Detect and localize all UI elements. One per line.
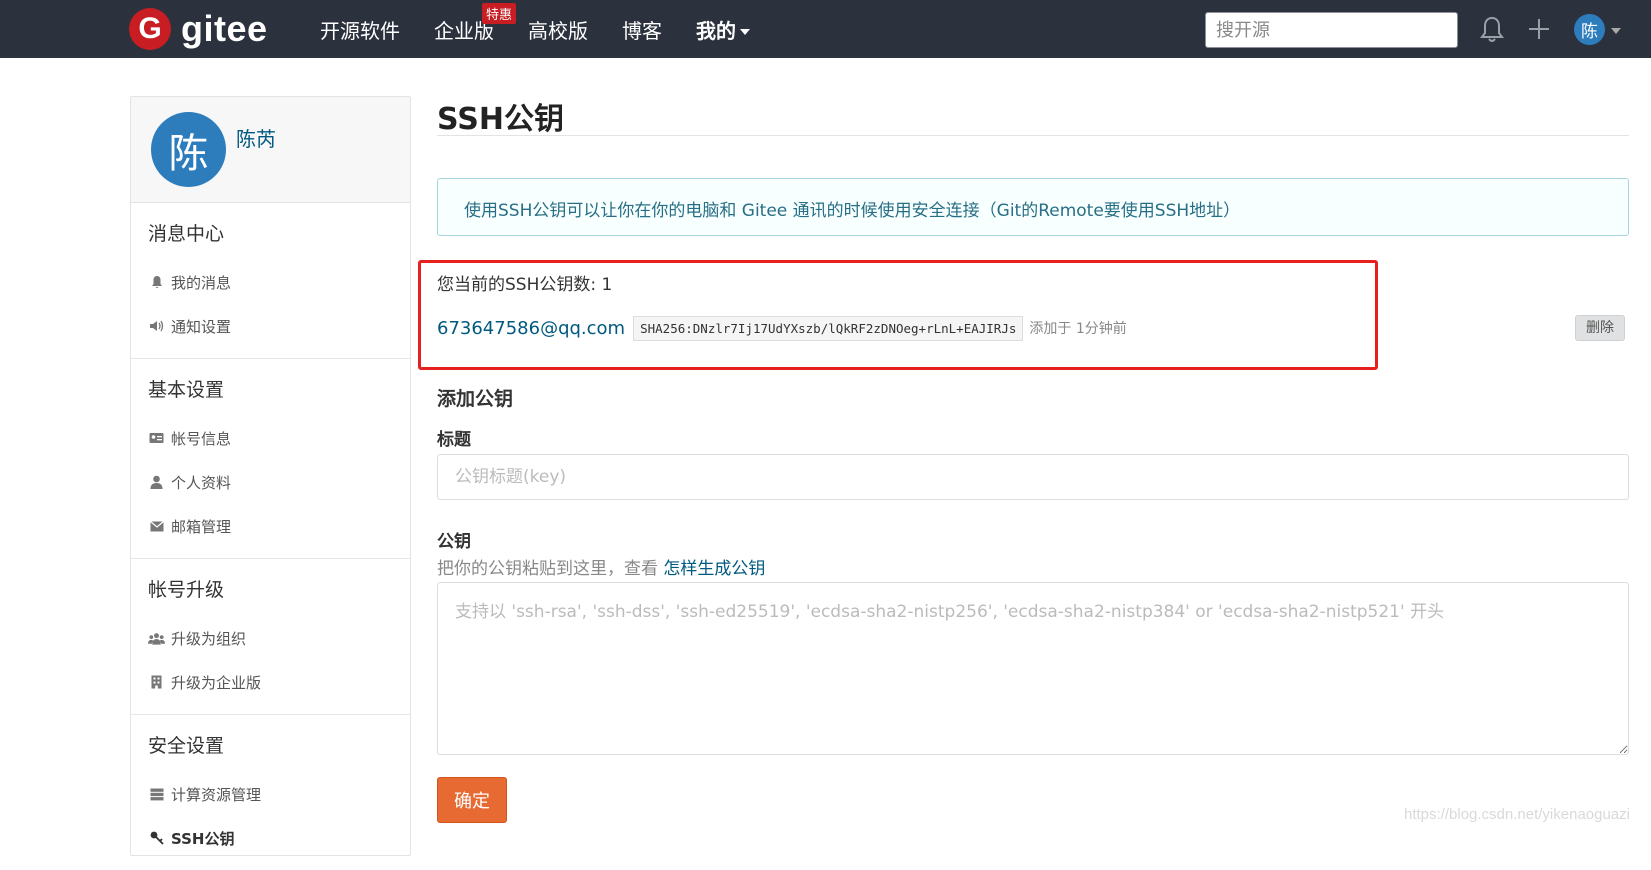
- nav-item-education[interactable]: 高校版: [528, 15, 588, 44]
- ssh-key-fingerprint: SHA256:DNzlr7Ij17UdYXszb/lQkRF2zDNOeg+rL…: [633, 315, 1024, 341]
- bell-icon: [148, 274, 165, 290]
- sidebar-item-compute-resources[interactable]: 计算资源管理: [148, 772, 410, 816]
- main-content: SSH公钥 使用SSH公钥可以让你在你的电脑和 Gitee 通讯的时候使用安全连…: [418, 90, 1629, 823]
- sidebar-section-security: 安全设置 计算资源管理 SSH公钥: [131, 715, 410, 870]
- add-key-heading: 添加公钥: [437, 388, 514, 410]
- plus-icon[interactable]: [1525, 14, 1553, 44]
- delete-key-button[interactable]: 删除: [1575, 315, 1625, 341]
- user-icon: [148, 474, 165, 490]
- how-to-generate-key-link[interactable]: 怎样生成公钥: [663, 559, 765, 579]
- nav-item-blog[interactable]: 博客: [622, 15, 662, 44]
- promo-badge: 特惠: [482, 2, 517, 24]
- sidebar-item-label: SSH公钥: [171, 829, 235, 848]
- nav-item-open-source[interactable]: 开源软件: [320, 15, 400, 44]
- ssh-key-row: 673647586@qq.com SHA256:DNzlr7Ij17UdYXsz…: [437, 314, 1629, 342]
- gitee-logo-text: gitee: [181, 8, 268, 49]
- top-navbar: G gitee 开源软件 企业版特惠 高校版 博客 我的 陈: [0, 0, 1651, 58]
- watermark: https://blog.csdn.net/yikenaoguazi: [1404, 806, 1630, 823]
- sidebar-item-label: 升级为企业版: [171, 673, 262, 692]
- sidebar-item-my-messages[interactable]: 我的消息: [148, 260, 410, 304]
- sidebar-item-account-info[interactable]: 帐号信息: [148, 416, 410, 460]
- submit-button[interactable]: 确定: [437, 777, 507, 823]
- user-avatar[interactable]: 陈: [1574, 14, 1605, 45]
- public-key-label: 公钥: [437, 532, 471, 552]
- key-title-input[interactable]: [437, 454, 1629, 500]
- nav-menu: 开源软件 企业版 特惠 高校版 博客 我的: [320, 0, 784, 58]
- gitee-logo[interactable]: G gitee: [129, 8, 268, 50]
- building-icon: [148, 674, 165, 690]
- sidebar-item-label: 计算资源管理: [171, 785, 262, 804]
- sidebar-item-notification-settings[interactable]: 通知设置: [148, 304, 410, 348]
- sidebar-section-upgrade: 帐号升级 升级为组织 升级为企业版: [131, 559, 410, 715]
- ssh-key-added-time: 添加于 1分钟前: [1029, 321, 1127, 337]
- sidebar-item-label: 通知设置: [171, 317, 232, 336]
- profile-card: 陈 陈芮: [131, 97, 410, 203]
- chevron-down-icon[interactable]: [1611, 28, 1621, 34]
- search-input[interactable]: [1205, 12, 1458, 48]
- sidebar-item-label: 升级为组织: [171, 629, 247, 648]
- sidebar-item-label: 我的消息: [171, 273, 232, 292]
- nav-item-mine[interactable]: 我的: [696, 15, 750, 44]
- public-key-hint: 把你的公钥粘贴到这里，查看 怎样生成公钥: [437, 559, 766, 579]
- key-title-label: 标题: [437, 430, 471, 450]
- sidebar-item-email[interactable]: 邮箱管理: [148, 504, 410, 548]
- page-title: SSH公钥: [437, 102, 564, 137]
- sidebar-section-messages: 消息中心 我的消息 通知设置: [131, 203, 410, 359]
- sidebar-section-title: 安全设置: [148, 735, 225, 757]
- nav-item-enterprise[interactable]: 企业版 特惠: [434, 2, 517, 44]
- users-icon: [148, 630, 165, 646]
- bell-icon[interactable]: [1478, 14, 1506, 44]
- id-card-icon: [148, 430, 165, 446]
- profile-name[interactable]: 陈芮: [236, 123, 276, 152]
- info-message: 使用SSH公钥可以让你在你的电脑和 Gitee 通讯的时候使用安全连接（Git的…: [437, 178, 1629, 236]
- sidebar-item-upgrade-org[interactable]: 升级为组织: [148, 616, 410, 660]
- server-icon: [148, 786, 165, 802]
- settings-sidebar: 陈 陈芮 消息中心 我的消息 通知设置 基本设置 帐号信息 个人资料 邮箱管理 …: [130, 96, 411, 856]
- sidebar-item-profile[interactable]: 个人资料: [148, 460, 410, 504]
- sidebar-section-title: 帐号升级: [148, 579, 225, 601]
- sidebar-section-basic: 基本设置 帐号信息 个人资料 邮箱管理: [131, 359, 410, 559]
- sidebar-item-ssh-keys[interactable]: SSH公钥: [148, 816, 410, 860]
- sidebar-section-title: 基本设置: [148, 379, 225, 401]
- ssh-key-title-link[interactable]: 673647586@qq.com: [437, 318, 625, 339]
- sidebar-item-label: 帐号信息: [171, 429, 232, 448]
- divider: [437, 135, 1629, 136]
- sidebar-item-upgrade-enterprise[interactable]: 升级为企业版: [148, 660, 410, 704]
- sidebar-item-label: 邮箱管理: [171, 517, 232, 536]
- ssh-key-count: 您当前的SSH公钥数: 1: [437, 275, 613, 295]
- envelope-icon: [148, 518, 165, 534]
- avatar[interactable]: 陈: [151, 112, 226, 187]
- sidebar-item-label: 个人资料: [171, 473, 232, 492]
- gitee-logo-icon: G: [129, 8, 171, 50]
- public-key-textarea[interactable]: [437, 582, 1629, 755]
- chevron-down-icon: [740, 29, 750, 35]
- volume-icon: [148, 318, 165, 334]
- key-icon: [148, 830, 165, 846]
- sidebar-section-title: 消息中心: [148, 223, 225, 245]
